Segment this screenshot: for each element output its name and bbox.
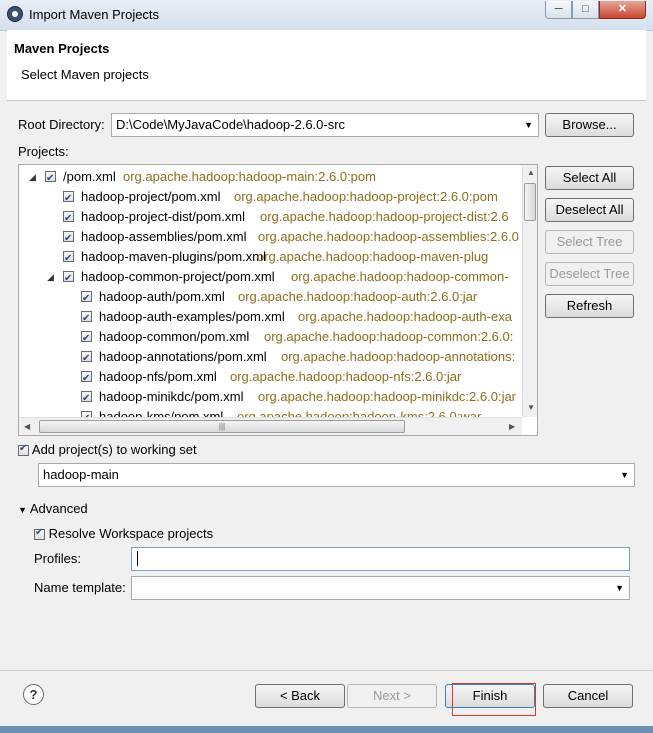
project-checkbox[interactable]	[81, 289, 92, 309]
project-checkbox[interactable]	[63, 209, 74, 229]
working-set-label: Add project(s) to working set	[31, 442, 197, 457]
taskbar-strip	[0, 726, 653, 733]
dropdown-arrow-icon: ▼	[615, 583, 624, 593]
root-directory-combo[interactable]: D:\Code\MyJavaCode\hadoop-2.6.0-src ▼	[111, 113, 539, 137]
expand-arrow-icon[interactable]: ◢	[47, 267, 57, 287]
project-coordinates: org.apache.hadoop:hadoop-auth-exa	[298, 309, 512, 324]
project-coordinates: org.apache.hadoop:hadoop-project-dist:2.…	[260, 209, 509, 224]
project-checkbox[interactable]	[45, 169, 56, 189]
horizontal-scroll-thumb[interactable]: |||	[39, 420, 405, 433]
working-set-checkbox-row[interactable]: Add project(s) to working set	[18, 442, 197, 457]
project-checkbox[interactable]	[63, 189, 74, 209]
project-pom-path: hadoop-common-project/pom.xml	[81, 269, 275, 284]
refresh-button[interactable]: Refresh	[545, 294, 634, 318]
project-pom-path: hadoop-maven-plugins/pom.xml	[81, 249, 266, 264]
project-pom-path: hadoop-common/pom.xml	[99, 329, 250, 344]
project-pom-path: hadoop-auth-examples/pom.xml	[99, 309, 285, 324]
name-template-combo[interactable]: ▼	[131, 576, 630, 600]
deselect-tree-button[interactable]: Deselect Tree	[545, 262, 634, 286]
working-set-combo[interactable]: hadoop-main ▼	[38, 463, 635, 487]
dropdown-arrow-icon: ▼	[620, 470, 629, 480]
select-all-button[interactable]: Select All	[545, 166, 634, 190]
profiles-input[interactable]	[131, 547, 630, 571]
eclipse-icon	[7, 6, 23, 22]
footer-divider	[0, 670, 653, 671]
project-pom-path: /pom.xml	[63, 169, 116, 184]
project-checkbox[interactable]	[81, 329, 92, 349]
projects-label: Projects:	[18, 144, 69, 159]
close-button[interactable]: ✕	[599, 1, 646, 19]
back-button[interactable]: < Back	[255, 684, 345, 708]
vertical-scroll-thumb[interactable]	[524, 183, 536, 221]
project-coordinates: org.apache.hadoop:hadoop-project:2.6.0:p…	[234, 189, 498, 204]
project-checkbox[interactable]	[63, 229, 74, 249]
project-checkbox[interactable]	[81, 389, 92, 409]
project-coordinates: org.apache.hadoop:hadoop-auth:2.6.0:jar	[238, 289, 478, 304]
cancel-button[interactable]: Cancel	[543, 684, 633, 708]
browse-button[interactable]: Browse...	[545, 113, 634, 137]
working-set-value: hadoop-main	[43, 467, 119, 482]
import-maven-projects-dialog: Import Maven Projects ─ □ ✕ Maven Projec…	[0, 0, 653, 733]
advanced-section-toggle[interactable]: ▼ Advanced	[18, 501, 88, 516]
scroll-down-icon[interactable]: ▼	[527, 403, 535, 412]
minimize-button[interactable]: ─	[545, 1, 572, 19]
scroll-left-icon[interactable]: ◀	[24, 422, 30, 431]
vertical-scrollbar[interactable]: ▲ ▼	[522, 165, 537, 417]
root-directory-label: Root Directory:	[18, 117, 105, 132]
wizard-header: Maven Projects Select Maven projects	[7, 30, 646, 101]
scroll-right-icon[interactable]: ▶	[509, 422, 515, 431]
page-title: Maven Projects	[14, 41, 110, 56]
project-coordinates: org.apache.hadoop:hadoop-common-	[291, 269, 509, 284]
project-coordinates: org.apache.hadoop:hadoop-annotations:	[281, 349, 516, 364]
deselect-all-button[interactable]: Deselect All	[545, 198, 634, 222]
project-coordinates: org.apache.hadoop:hadoop-maven-plug	[257, 249, 489, 264]
project-pom-path: hadoop-nfs/pom.xml	[99, 369, 217, 384]
page-description: Select Maven projects	[21, 67, 149, 82]
profiles-label: Profiles:	[34, 551, 81, 566]
horizontal-scrollbar[interactable]: ◀ ||| ▶	[19, 417, 522, 435]
project-coordinates: org.apache.hadoop:hadoop-common:2.6.0:	[264, 329, 514, 344]
maximize-button[interactable]: □	[572, 1, 599, 19]
project-pom-path: hadoop-project-dist/pom.xml	[81, 209, 246, 224]
project-checkbox[interactable]	[63, 249, 74, 269]
projects-tree[interactable]: ◢ /pom.xml org.apache.hadoop:hadoop-main:2…	[18, 164, 538, 436]
window-title: Import Maven Projects	[29, 7, 160, 22]
project-pom-path: hadoop-annotations/pom.xml	[99, 349, 267, 364]
project-checkbox[interactable]	[63, 269, 74, 289]
next-button[interactable]: Next >	[347, 684, 437, 708]
text-caret	[137, 551, 138, 566]
project-coordinates: org.apache.hadoop:hadoop-main:2.6.0:pom	[123, 169, 376, 184]
dropdown-arrow-icon: ▼	[524, 120, 533, 130]
project-pom-path: hadoop-assemblies/pom.xml	[81, 229, 247, 244]
expand-arrow-icon[interactable]: ◢	[29, 167, 39, 187]
project-coordinates: org.apache.hadoop:hadoop-minikdc:2.6.0:j…	[258, 389, 517, 404]
project-pom-path: hadoop-project/pom.xml	[81, 189, 221, 204]
project-checkbox[interactable]	[81, 349, 92, 369]
project-coordinates: org.apache.hadoop:hadoop-nfs:2.6.0:jar	[230, 369, 462, 384]
collapse-arrow-icon: ▼	[18, 505, 27, 515]
root-directory-value: D:\Code\MyJavaCode\hadoop-2.6.0-src	[116, 117, 346, 132]
select-tree-button[interactable]: Select Tree	[545, 230, 634, 254]
title-bar: Import Maven Projects ─ □ ✕	[0, 0, 653, 31]
project-coordinates: org.apache.hadoop:hadoop-assemblies:2.6.…	[258, 229, 519, 244]
advanced-label: Advanced	[29, 501, 88, 516]
help-icon[interactable]: ?	[23, 684, 44, 705]
resolve-workspace-checkbox-row[interactable]: Resolve Workspace projects	[34, 526, 213, 541]
working-set-checkbox[interactable]	[18, 443, 29, 457]
resolve-workspace-checkbox[interactable]	[34, 527, 45, 541]
name-template-label: Name template:	[34, 580, 126, 595]
scroll-up-icon[interactable]: ▲	[527, 168, 535, 177]
finish-button[interactable]: Finish	[445, 684, 535, 708]
project-pom-path: hadoop-minikdc/pom.xml	[99, 389, 244, 404]
project-pom-path: hadoop-auth/pom.xml	[99, 289, 225, 304]
project-checkbox[interactable]	[81, 369, 92, 389]
project-checkbox[interactable]	[81, 309, 92, 329]
resolve-workspace-label: Resolve Workspace projects	[48, 526, 214, 541]
